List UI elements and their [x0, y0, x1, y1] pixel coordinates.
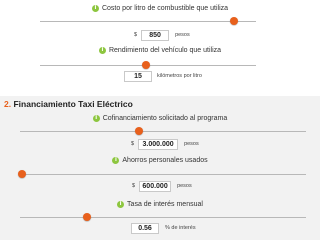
vehicle-yield-slider-handle[interactable]: [142, 61, 150, 69]
interest-input[interactable]: 0.56: [131, 222, 159, 234]
vehicle-yield-value-row: 15 kilómetros por litro: [124, 69, 202, 83]
interest-slider-handle[interactable]: [83, 213, 91, 221]
cofinancing-unit: pesos: [184, 141, 199, 147]
interest-label: Tasa de interés mensual: [127, 200, 203, 208]
fuel-cost-unit: pesos: [175, 32, 190, 38]
savings-slider-handle[interactable]: [18, 170, 26, 178]
currency-symbol: $: [131, 141, 135, 147]
info-icon[interactable]: i: [91, 4, 99, 12]
vehicle-yield-input[interactable]: 15: [124, 70, 152, 82]
section-title-text: Financiamiento Taxi Eléctrico: [13, 99, 133, 109]
currency-symbol: $: [134, 32, 138, 38]
savings-label-row: i Ahorros personales usados: [0, 154, 320, 166]
fuel-cost-label: Costo por litro de combustible que utili…: [101, 4, 229, 12]
currency-symbol: $: [132, 183, 136, 189]
section-number: 2.: [4, 99, 12, 109]
interest-unit: % de interés: [165, 225, 196, 231]
info-icon[interactable]: i: [92, 114, 100, 122]
savings-unit: pesos: [177, 183, 192, 189]
fuel-cost-value-row: $ 850 pesos: [134, 28, 190, 42]
savings-label: Ahorros personales usados: [122, 156, 208, 164]
vehicle-yield-label: Rendimiento del vehículo que utiliza: [108, 46, 222, 54]
cofinancing-slider-track[interactable]: [20, 131, 306, 132]
fuel-cost-label-row: i Costo por litro de combustible que uti…: [0, 2, 320, 14]
interest-value-row: 0.56 % de interés: [131, 221, 196, 235]
cofinancing-input[interactable]: 3.000.000: [138, 138, 179, 150]
info-icon[interactable]: i: [98, 46, 106, 54]
cofinancing-slider-handle[interactable]: [135, 127, 143, 135]
fuel-cost-slider-handle[interactable]: [230, 17, 238, 25]
savings-input[interactable]: 600.000: [139, 180, 172, 192]
section-title: 2. Financiamiento Taxi Eléctrico: [4, 99, 133, 109]
cofinancing-label-row: i Cofinanciamiento solicitado al program…: [0, 112, 320, 124]
fuel-cost-input[interactable]: 850: [141, 29, 170, 41]
info-icon[interactable]: i: [112, 156, 120, 164]
cofinancing-label: Cofinanciamiento solicitado al programa: [102, 114, 228, 122]
cofinancing-value-row: $ 3.000.000 pesos: [131, 137, 199, 151]
fuel-cost-slider-track[interactable]: [40, 21, 256, 22]
savings-slider-track[interactable]: [20, 174, 306, 175]
interest-label-row: i Tasa de interés mensual: [0, 198, 320, 210]
vehicle-yield-unit: kilómetros por litro: [157, 73, 202, 79]
interest-slider-track[interactable]: [20, 217, 306, 218]
vehicle-yield-label-row: i Rendimiento del vehículo que utiliza: [0, 44, 320, 56]
info-icon[interactable]: i: [117, 200, 125, 208]
savings-value-row: $ 600.000 pesos: [132, 179, 192, 193]
